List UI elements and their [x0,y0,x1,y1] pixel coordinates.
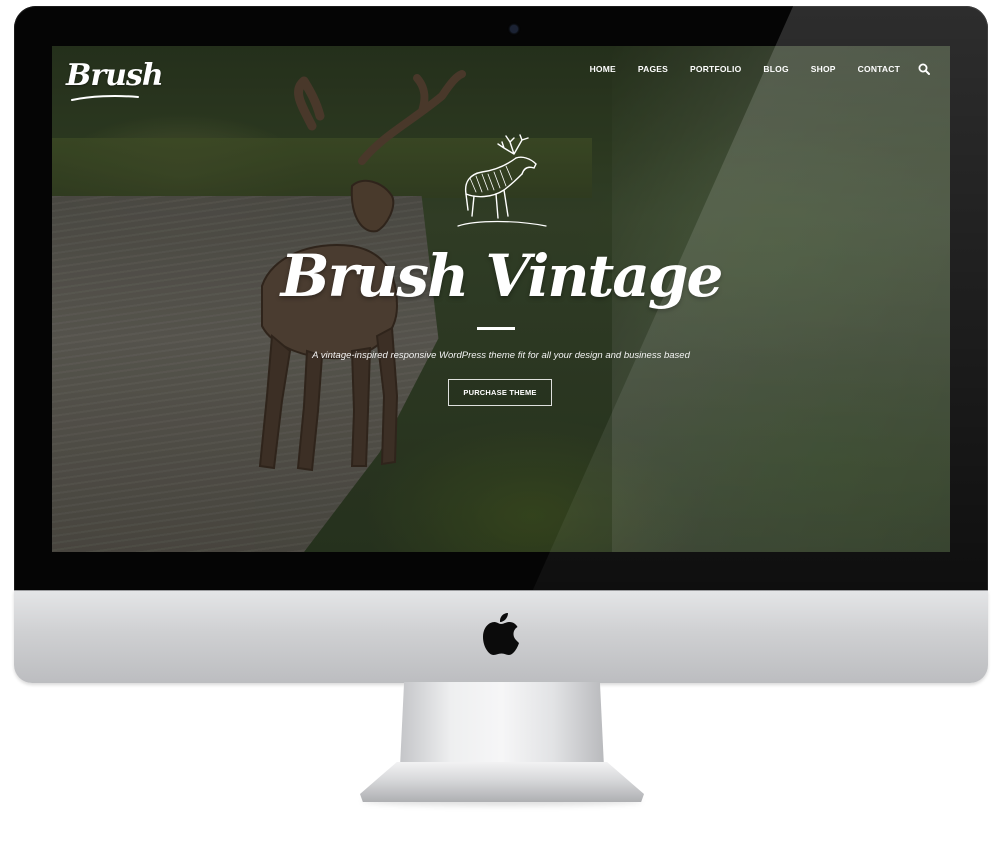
nav-item-blog[interactable]: BLOG [763,64,788,74]
monitor-stand-neck [400,682,604,767]
hero-divider [477,327,515,330]
logo-underline-swash [71,95,139,101]
nav-item-shop[interactable]: SHOP [811,64,836,74]
main-navigation: HOME PAGES PORTFOLIO BLOG SHOP CONTACT [568,62,930,76]
nav-item-contact[interactable]: CONTACT [858,64,900,74]
nav-item-portfolio[interactable]: PORTFOLIO [690,64,741,74]
site-logo[interactable]: Brush [66,58,164,93]
hero-tagline: A vintage-inspired responsive WordPress … [312,350,690,361]
purchase-theme-button[interactable]: PURCHASE THEME [448,379,552,406]
website-screen: Brush HOME PAGES PORTFOLIO BLOG SHOP CON… [52,46,950,552]
elk-emblem-icon [457,134,547,227]
webcam-icon [510,25,518,33]
monitor-stand-foot [360,762,644,802]
nav-item-pages[interactable]: PAGES [638,64,668,74]
apple-logo-icon [483,613,519,655]
nav-item-home[interactable]: HOME [590,64,616,74]
search-icon[interactable] [918,63,930,75]
hero-title: Brush Vintage [280,242,724,310]
